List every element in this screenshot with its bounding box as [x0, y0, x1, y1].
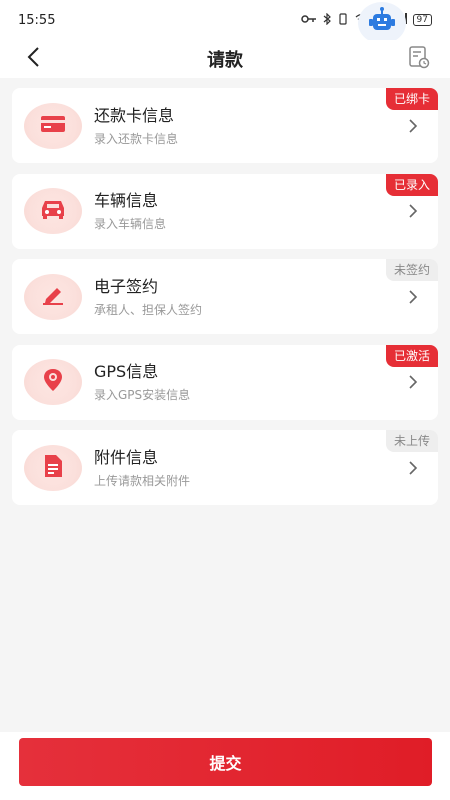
- key-icon: [301, 14, 317, 27]
- item-text: 附件信息 上传请款相关附件: [94, 448, 400, 488]
- item-title: 还款卡信息: [94, 105, 175, 125]
- bank-card-icon: [40, 114, 66, 138]
- car-icon: [39, 198, 67, 224]
- document-icon: [42, 453, 64, 483]
- chevron-right-icon: [400, 113, 426, 139]
- request-item-list: 还款卡信息 录入还款卡信息 已绑卡 车辆信息 录入车辆信息 已录入 电子签约 承…: [12, 88, 438, 516]
- item-attachments[interactable]: 附件信息 上传请款相关附件 未上传: [12, 430, 438, 505]
- item-subtitle: 上传请款相关附件: [94, 473, 191, 488]
- nav-bar: 请款: [0, 40, 450, 78]
- battery-level: 97: [412, 14, 432, 26]
- bluetooth-icon: [323, 12, 332, 28]
- icon-background: [24, 273, 82, 320]
- vibrate-icon: [337, 12, 349, 28]
- item-subtitle: 录入还款卡信息: [94, 131, 179, 146]
- status-badge: 未签约: [385, 259, 438, 281]
- chevron-right-icon: [400, 284, 426, 310]
- record-history-icon: [408, 45, 430, 73]
- bottom-action-bar: 提交: [0, 732, 450, 800]
- status-badge: 已绑卡: [385, 88, 438, 110]
- item-text: GPS信息 录入GPS安装信息: [94, 362, 400, 402]
- chevron-right-icon: [400, 369, 426, 395]
- icon-background: [24, 188, 82, 234]
- item-subtitle: 承租人、担保人签约: [94, 302, 203, 317]
- item-e-sign[interactable]: 电子签约 承租人、担保人签约 未签约: [12, 259, 438, 334]
- icon-background: [24, 359, 82, 405]
- item-title: 电子签约: [94, 276, 159, 296]
- item-title: GPS信息: [94, 362, 159, 381]
- item-gps[interactable]: GPS信息 录入GPS安装信息 已激活: [12, 344, 438, 420]
- item-text: 电子签约 承租人、担保人签约: [94, 277, 400, 317]
- icon-background: [24, 444, 82, 491]
- item-repayment-card[interactable]: 还款卡信息 录入还款卡信息 已绑卡: [12, 88, 438, 163]
- status-badge: 未上传: [385, 430, 438, 452]
- item-subtitle: 录入GPS安装信息: [94, 388, 191, 402]
- item-title: 附件信息: [94, 447, 159, 467]
- floating-assistant-button[interactable]: [358, 2, 406, 44]
- chevron-right-icon: [400, 455, 426, 481]
- history-button[interactable]: [406, 44, 432, 74]
- status-badge: 已录入: [385, 173, 438, 196]
- item-vehicle[interactable]: 车辆信息 录入车辆信息 已录入: [12, 173, 438, 249]
- pen-sign-icon: [40, 284, 66, 310]
- page-title: 请款: [207, 50, 243, 71]
- location-pin-icon: [41, 367, 65, 397]
- chevron-left-icon: [26, 46, 40, 72]
- robot-icon: [367, 6, 397, 40]
- item-text: 车辆信息 录入车辆信息: [94, 191, 400, 231]
- icon-background: [24, 102, 82, 149]
- item-title: 车辆信息: [94, 191, 159, 210]
- item-subtitle: 录入车辆信息: [94, 217, 167, 231]
- status-badge: 已激活: [385, 344, 438, 367]
- status-time: 15:55: [18, 12, 56, 28]
- submit-button[interactable]: 提交: [19, 738, 432, 786]
- item-text: 还款卡信息 录入还款卡信息: [94, 106, 400, 146]
- chevron-right-icon: [400, 198, 426, 224]
- back-button[interactable]: [20, 46, 46, 72]
